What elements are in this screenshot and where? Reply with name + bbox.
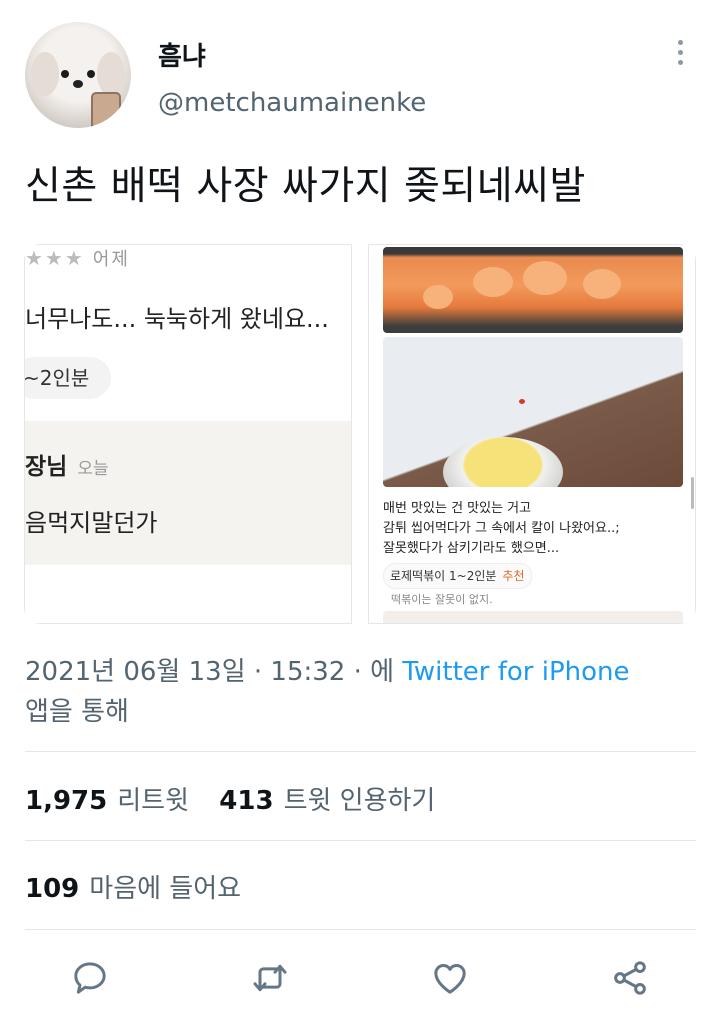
media-image-left[interactable]: ★★★ 어제 너무나도... 눅눅하게 왔네요... ~2인분 장님 오늘 음먹지말… bbox=[24, 244, 352, 624]
user-handle[interactable]: @metchaumainenke bbox=[158, 88, 426, 118]
divider bbox=[25, 929, 696, 930]
tweet-datetime[interactable]: 2021년 06월 13일 · 15:32 · 에 bbox=[25, 657, 394, 687]
avatar[interactable] bbox=[25, 22, 131, 128]
avatar-dog-eye bbox=[61, 70, 69, 78]
divider bbox=[25, 840, 696, 841]
menu-pill: ~2인분 bbox=[25, 357, 111, 399]
tweet-source-suffix: 앱을 통해 bbox=[25, 697, 129, 727]
avatar-phone bbox=[91, 92, 121, 128]
owner-reply-text: 음먹지말던가 bbox=[25, 509, 158, 537]
tweet-media: ★★★ 어제 너무나도... 눅눅하게 왔네요... ~2인분 장님 오늘 음먹지말… bbox=[24, 244, 696, 624]
media-image-right[interactable]: 매번 맛있는 건 맛있는 거고 감튀 씹어먹다가 그 속에서 칼이 나왔어요..… bbox=[368, 244, 696, 624]
knife-photo bbox=[383, 337, 683, 487]
like-icon[interactable] bbox=[430, 958, 470, 998]
tweet-meta: 2021년 06월 13일 · 15:32 · 에 Twitter for iP… bbox=[25, 652, 675, 732]
likes-link[interactable]: 109 마음에 들어요 bbox=[25, 874, 241, 904]
review-text: 너무나도... 눅눅하게 왔네요... bbox=[25, 305, 329, 333]
share-icon[interactable] bbox=[610, 958, 650, 998]
review-rating: ★★★ 어제 bbox=[25, 246, 130, 270]
review-line: 감튀 씹어먹다가 그 속에서 칼이 나왔어요..; bbox=[383, 521, 620, 536]
retweet-stats: 1,975 리트윗 413 트윗 인용하기 bbox=[25, 780, 435, 817]
avatar-dog-eye bbox=[87, 70, 95, 78]
reply-icon[interactable] bbox=[70, 958, 110, 998]
owner-reply-panel bbox=[25, 421, 351, 565]
menu-tag: 로제떡볶이 1~2인분 추천 bbox=[383, 563, 532, 589]
retweets-link[interactable]: 1,975 리트윗 bbox=[25, 786, 189, 816]
tweet-source-link[interactable]: Twitter for iPhone bbox=[402, 657, 629, 687]
review-sub: 떡볶이는 잘못이 없지. bbox=[391, 593, 493, 606]
avatar-dog-ear bbox=[31, 52, 59, 96]
next-review-strip bbox=[383, 611, 683, 623]
avatar-dog-ear bbox=[97, 52, 125, 96]
review-line: 잘못했다가 삼키기라도 했으면... bbox=[383, 541, 560, 556]
quotes-link[interactable]: 413 트윗 인용하기 bbox=[219, 786, 435, 816]
avatar-dog-nose bbox=[73, 80, 83, 88]
review-line: 매번 맛있는 건 맛있는 거고 bbox=[383, 501, 532, 516]
food-photo bbox=[383, 247, 683, 333]
display-name[interactable]: 흠냐 bbox=[158, 36, 206, 73]
tweet-text: 신촌 배떡 사장 싸가지 좆되네씨발 bbox=[25, 164, 586, 209]
scrollbar bbox=[691, 477, 694, 509]
likes-stats: 109 마음에 들어요 bbox=[25, 868, 241, 905]
retweet-icon[interactable] bbox=[250, 958, 290, 998]
divider bbox=[25, 751, 696, 752]
more-icon[interactable] bbox=[672, 40, 688, 70]
owner-label: 장님 오늘 bbox=[25, 454, 109, 480]
